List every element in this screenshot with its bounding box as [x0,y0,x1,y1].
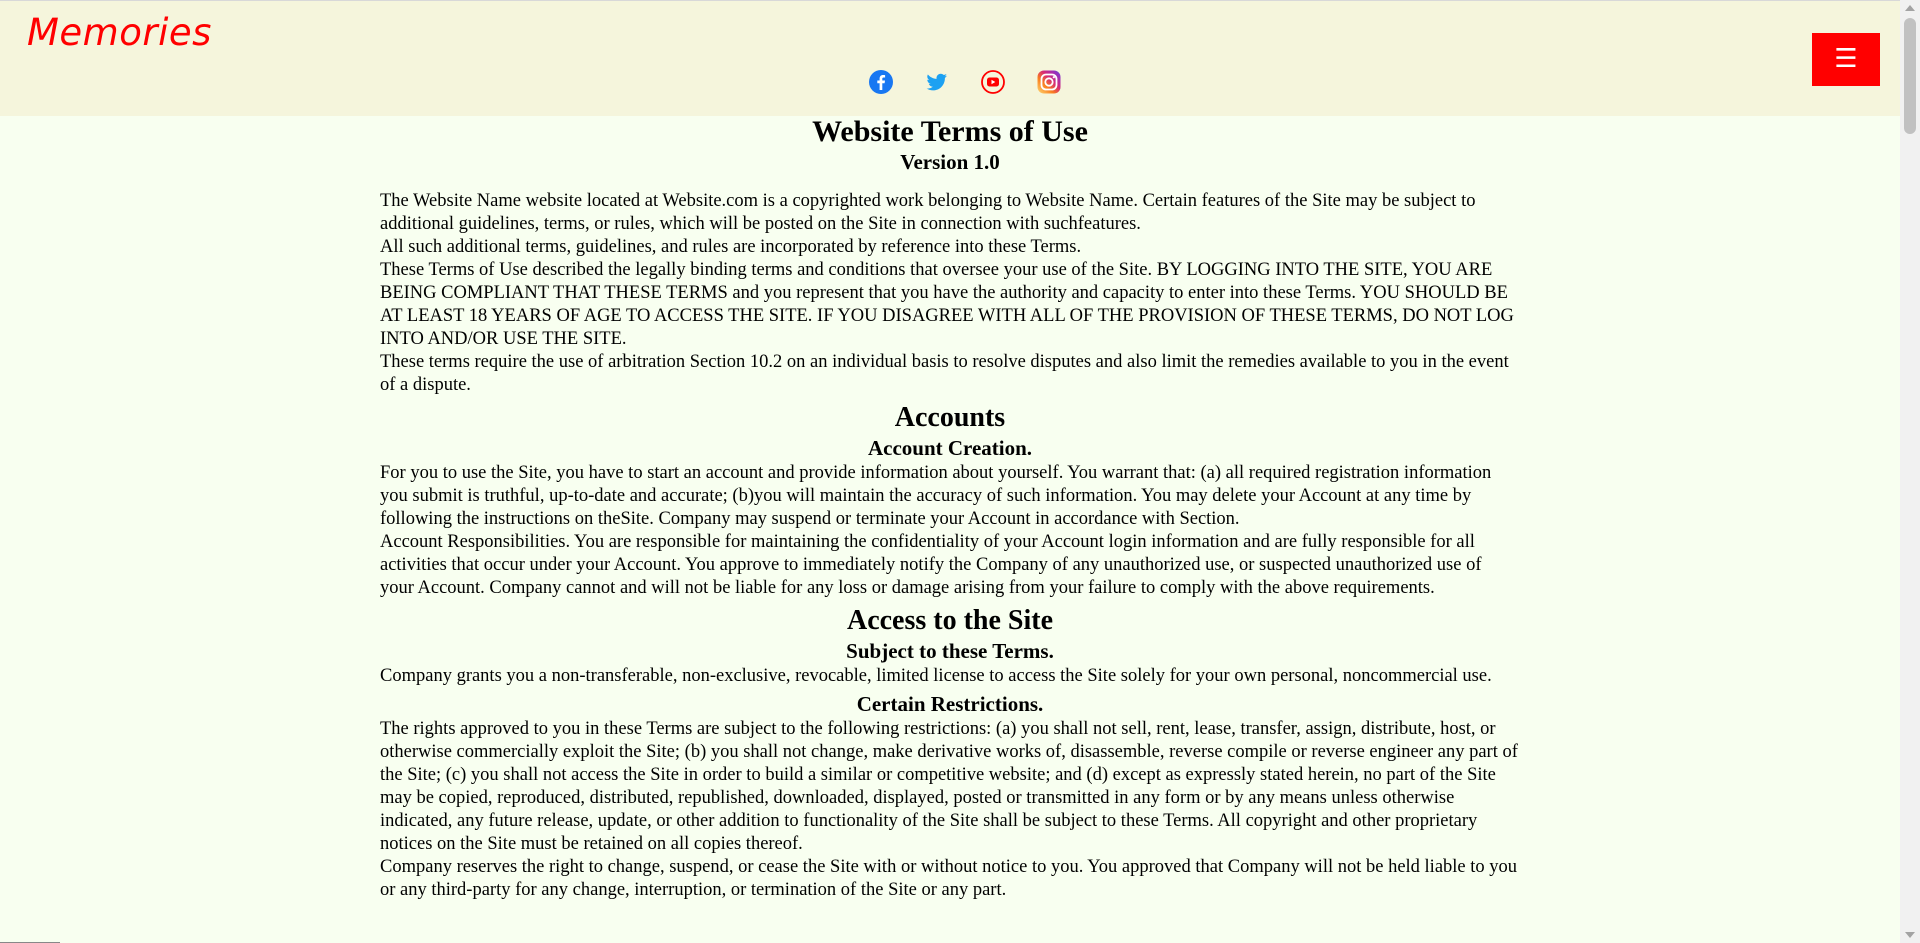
intro-paragraph: The Website Name website located at Webs… [380,191,1476,234]
youtube-icon[interactable] [980,69,1006,95]
scroll-down-icon[interactable] [1905,932,1915,938]
site-logo[interactable]: Memories [27,11,212,54]
social-links [868,69,1062,95]
restrictions-paragraph: The rights approved to you in these Term… [380,719,1518,854]
facebook-icon[interactable] [868,69,894,95]
intro-paragraph: These Terms of Use described the legally… [380,260,1514,349]
instagram-icon[interactable] [1036,69,1062,95]
scroll-up-icon[interactable] [1905,5,1915,11]
section-heading-accounts: Accounts [894,402,1006,433]
hamburger-menu-button[interactable]: ☰ [1812,33,1880,86]
intro-paragraph: All such additional terms, guidelines, a… [380,237,1082,257]
vertical-scrollbar[interactable] [1900,0,1920,943]
scrollbar-thumb[interactable] [1904,18,1916,134]
twitter-icon[interactable] [924,69,950,95]
version-label: Version 1.0 [900,150,1000,174]
section-heading-access: Access to the Site [846,605,1054,636]
accounts-paragraph: Account Responsibilities. You are respon… [380,532,1482,598]
restrictions-paragraph: Company reserves the right to change, su… [380,857,1518,900]
subheading-subject-to-terms: Subject to these Terms. [846,639,1054,663]
subheading-certain-restrictions: Certain Restrictions. [856,692,1044,716]
terms-content: Website Terms of Use Version 1.0 The Web… [380,115,1520,902]
intro-paragraph: These terms require the use of arbitrati… [380,352,1509,395]
subheading-account-creation: Account Creation. [867,436,1033,460]
site-header: Memories ☰ [0,0,1900,116]
page-title: Website Terms of Use [812,115,1088,148]
access-paragraph: Company grants you a non-transferable, n… [380,666,1492,686]
accounts-paragraph: For you to use the Site, you have to sta… [380,463,1492,529]
